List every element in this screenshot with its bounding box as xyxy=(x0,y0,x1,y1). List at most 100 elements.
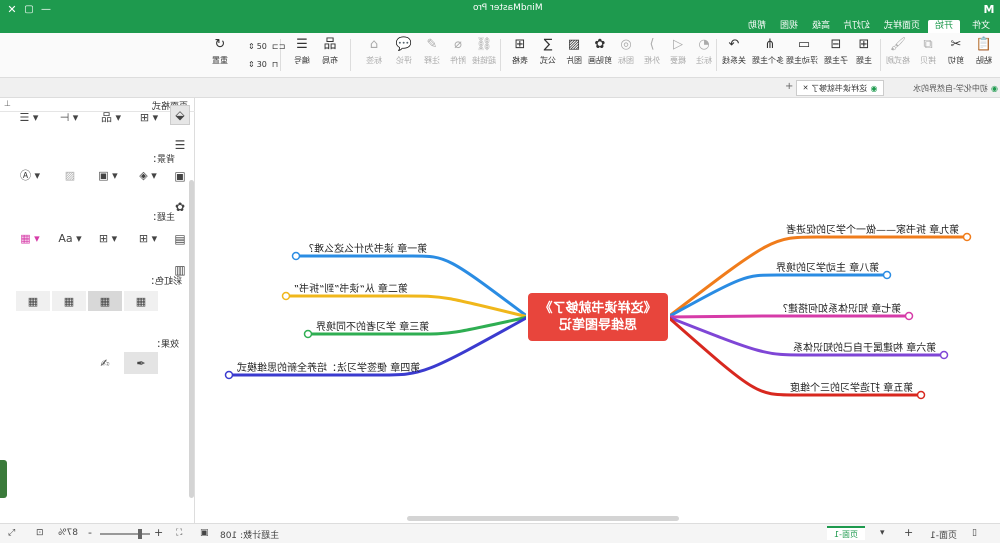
gallery-tab-icon[interactable]: ▣ xyxy=(170,166,190,186)
branch-right-3-topic[interactable]: 第七章 知识体系如何搭建？ xyxy=(778,300,901,315)
branch-right-1-topic[interactable]: 第九章 拆书家——做一个学习的促进者 xyxy=(786,221,959,236)
effect-option-2[interactable]: ✍ xyxy=(88,352,122,374)
numbering-button[interactable]: ☰ 编号 xyxy=(288,36,316,74)
table-button[interactable]: ⊞ 表格 xyxy=(506,36,534,74)
calendar-tab-icon[interactable]: ▤ xyxy=(170,229,190,249)
close-icon[interactable]: ✕ xyxy=(803,84,809,92)
clipart-button[interactable]: ✿ 剪贴画 xyxy=(586,36,614,74)
minimize-icon[interactable]: — xyxy=(39,2,53,16)
callout-button[interactable]: ◔ 标注 xyxy=(690,36,718,74)
branch-left-2-collapse-toggle[interactable] xyxy=(281,291,291,301)
tab-help[interactable]: 帮助 xyxy=(742,20,772,33)
doc-tab-active[interactable]: ✕ 这样读书就够了 ◉ xyxy=(796,80,884,96)
fit-page-icon[interactable]: ▣ xyxy=(200,528,209,538)
tab-home[interactable]: 开始 xyxy=(928,20,960,33)
paste-button[interactable]: 📋 粘贴 xyxy=(970,36,998,74)
pin-icon[interactable]: ⊥ xyxy=(4,99,11,108)
multiple-topics-button[interactable]: ⋔ 多个主题 xyxy=(752,36,784,74)
mindmap-canvas[interactable]: 《这样读书就够了》 思维导图笔记 第九章 拆书家——做一个学习的促进者第八章 主… xyxy=(195,98,1000,523)
spacing-a-control[interactable]: ⇕ 50 ⊏⊐ xyxy=(248,39,285,53)
canvas-h-scrollbar[interactable] xyxy=(407,516,679,521)
branch-right-1-collapse-toggle[interactable] xyxy=(962,232,972,242)
cut-button[interactable]: ✂ 剪切 xyxy=(942,36,970,74)
branch-left-1-topic[interactable]: 第一章 读书为什么这么难？ xyxy=(304,240,427,255)
theme-grid-icon[interactable]: ⊞ ▾ xyxy=(136,231,160,245)
tab-slides[interactable]: 幻灯片 xyxy=(838,20,876,33)
branch-left-4-topic[interactable]: 第四章 便签学习法：培养全新的思维模式 xyxy=(237,359,420,374)
fullscreen-icon[interactable]: ⛶ xyxy=(176,528,182,538)
relationship-button[interactable]: ↶ 关系线 xyxy=(720,36,748,74)
panel-scrollbar[interactable] xyxy=(189,180,194,498)
attachment-button[interactable]: ⌀ 附件 xyxy=(444,36,472,74)
subtopic-button[interactable]: ⊟ 子主题 xyxy=(822,36,850,74)
boundary-button[interactable]: ⟨ 外框 xyxy=(638,36,666,74)
tab-file[interactable]: 文件 xyxy=(965,20,997,33)
tab-view[interactable]: 视图 xyxy=(774,20,804,33)
effect-option-1[interactable]: ✒ xyxy=(124,352,158,374)
branch-right-2-topic[interactable]: 第八章 主动学习的境界 xyxy=(776,259,879,274)
layout-button[interactable]: 品布局 xyxy=(316,36,344,74)
format-painter-button[interactable]: 🖌 格式刷 xyxy=(884,36,912,74)
formula-button[interactable]: ∑ 公式 xyxy=(534,36,562,74)
page-selector[interactable]: 页面-1 xyxy=(930,528,957,541)
topic-button[interactable]: ⊞ 主题 xyxy=(850,36,878,74)
mark-button[interactable]: ◎ 图标 xyxy=(612,36,640,74)
branch-left-1-collapse-toggle[interactable] xyxy=(291,251,301,261)
layout-tree-icon[interactable]: 品 ▾ xyxy=(98,110,124,124)
new-doc-tab-button[interactable]: + xyxy=(785,81,793,92)
copy-button[interactable]: ⧉ 拷贝 xyxy=(914,36,942,74)
branch-right-4-topic[interactable]: 第六章 构建属于自己的知识体系 xyxy=(793,339,936,354)
zoom-in-button[interactable]: + xyxy=(154,526,163,539)
picture-button[interactable]: ▨ 图片 xyxy=(560,36,588,74)
branch-right-5-topic[interactable]: 第五章 打造学习的三个维度 xyxy=(790,379,913,394)
zoom-out-button[interactable]: - xyxy=(88,526,92,539)
tab-page-style[interactable]: 页面样式 xyxy=(880,20,924,33)
branch-right-2-collapse-toggle[interactable] xyxy=(882,270,892,280)
list-layout-icon[interactable]: ☰ ▾ xyxy=(16,110,42,124)
floating-topic-button[interactable]: ▭ 浮动主题 xyxy=(786,36,818,74)
zoom-slider-thumb[interactable] xyxy=(138,529,142,539)
page-tab[interactable]: 页面-1 xyxy=(827,526,865,540)
connector-icon[interactable]: ⊣ ▾ xyxy=(56,110,82,124)
side-handle[interactable] xyxy=(0,460,7,498)
rainbow-option-3[interactable]: ▦ xyxy=(52,291,86,311)
fit-window-icon[interactable]: ⊡ xyxy=(36,528,44,538)
color-scheme-icon[interactable]: ▦ ▾ xyxy=(18,231,42,245)
close-icon[interactable]: ✕ xyxy=(5,2,19,16)
watermark-icon[interactable]: ▨ xyxy=(58,168,82,182)
branch-left-3-topic[interactable]: 第三章 学习者的不同境界 xyxy=(316,318,429,333)
add-page-button[interactable]: + xyxy=(904,526,913,539)
branch-left-4-collapse-toggle[interactable] xyxy=(224,370,234,380)
reset-button[interactable]: ↻ 重置 xyxy=(206,36,234,74)
background-image-icon[interactable]: ▣ ▾ xyxy=(96,168,120,182)
rainbow-option-1[interactable]: ▦ xyxy=(124,291,158,311)
style-tab-icon[interactable]: ⬙ xyxy=(170,105,190,125)
branch-right-5-collapse-toggle[interactable] xyxy=(916,390,926,400)
tab-advanced[interactable]: 高级 xyxy=(806,20,836,33)
text-watermark-icon[interactable]: Ⓐ ▾ xyxy=(18,168,42,182)
doc-tab-chemistry[interactable]: 初中化学-自然界的水 ◉ xyxy=(872,81,998,96)
spacing-b-control[interactable]: ⇕ 30 ⊓ xyxy=(248,57,278,71)
maximize-icon[interactable]: ▢ xyxy=(22,2,36,16)
layout-grid-icon[interactable]: ⊞ ▾ xyxy=(138,110,160,124)
note-button[interactable]: ✎ 注释 xyxy=(418,36,446,74)
chevron-down-icon[interactable]: ▾ xyxy=(880,528,885,538)
branch-left-2-topic[interactable]: 第二章 从“读书”到“拆书” xyxy=(294,280,408,295)
panel-toggle-icon[interactable]: ▯ xyxy=(972,528,977,538)
branch-right-4-collapse-toggle[interactable] xyxy=(939,350,949,360)
rainbow-option-4[interactable]: ▦ xyxy=(16,291,50,311)
zoom-slider[interactable] xyxy=(100,529,150,539)
branch-left-3-collapse-toggle[interactable] xyxy=(303,329,313,339)
root-topic[interactable]: 《这样读书就够了》 思维导图笔记 xyxy=(528,293,668,341)
rainbow-option-2[interactable]: ▦ xyxy=(88,291,122,311)
summary-button[interactable]: ▷ 概要 xyxy=(664,36,692,74)
spacing-b-value: 30 xyxy=(256,59,267,69)
theme-layout-icon[interactable]: ⊞ ▾ xyxy=(96,231,120,245)
tag-button[interactable]: ⌂ 标签 xyxy=(360,36,388,74)
font-icon[interactable]: Aa ▾ xyxy=(58,231,82,245)
expand-icon[interactable]: ⤢ xyxy=(8,528,15,538)
fill-color-icon[interactable]: ◈ ▾ xyxy=(136,168,160,182)
comment-button[interactable]: 💬 评论 xyxy=(390,36,418,74)
hyperlink-button[interactable]: ⛓ 超链接 xyxy=(470,36,498,74)
branch-right-3-collapse-toggle[interactable] xyxy=(904,311,914,321)
